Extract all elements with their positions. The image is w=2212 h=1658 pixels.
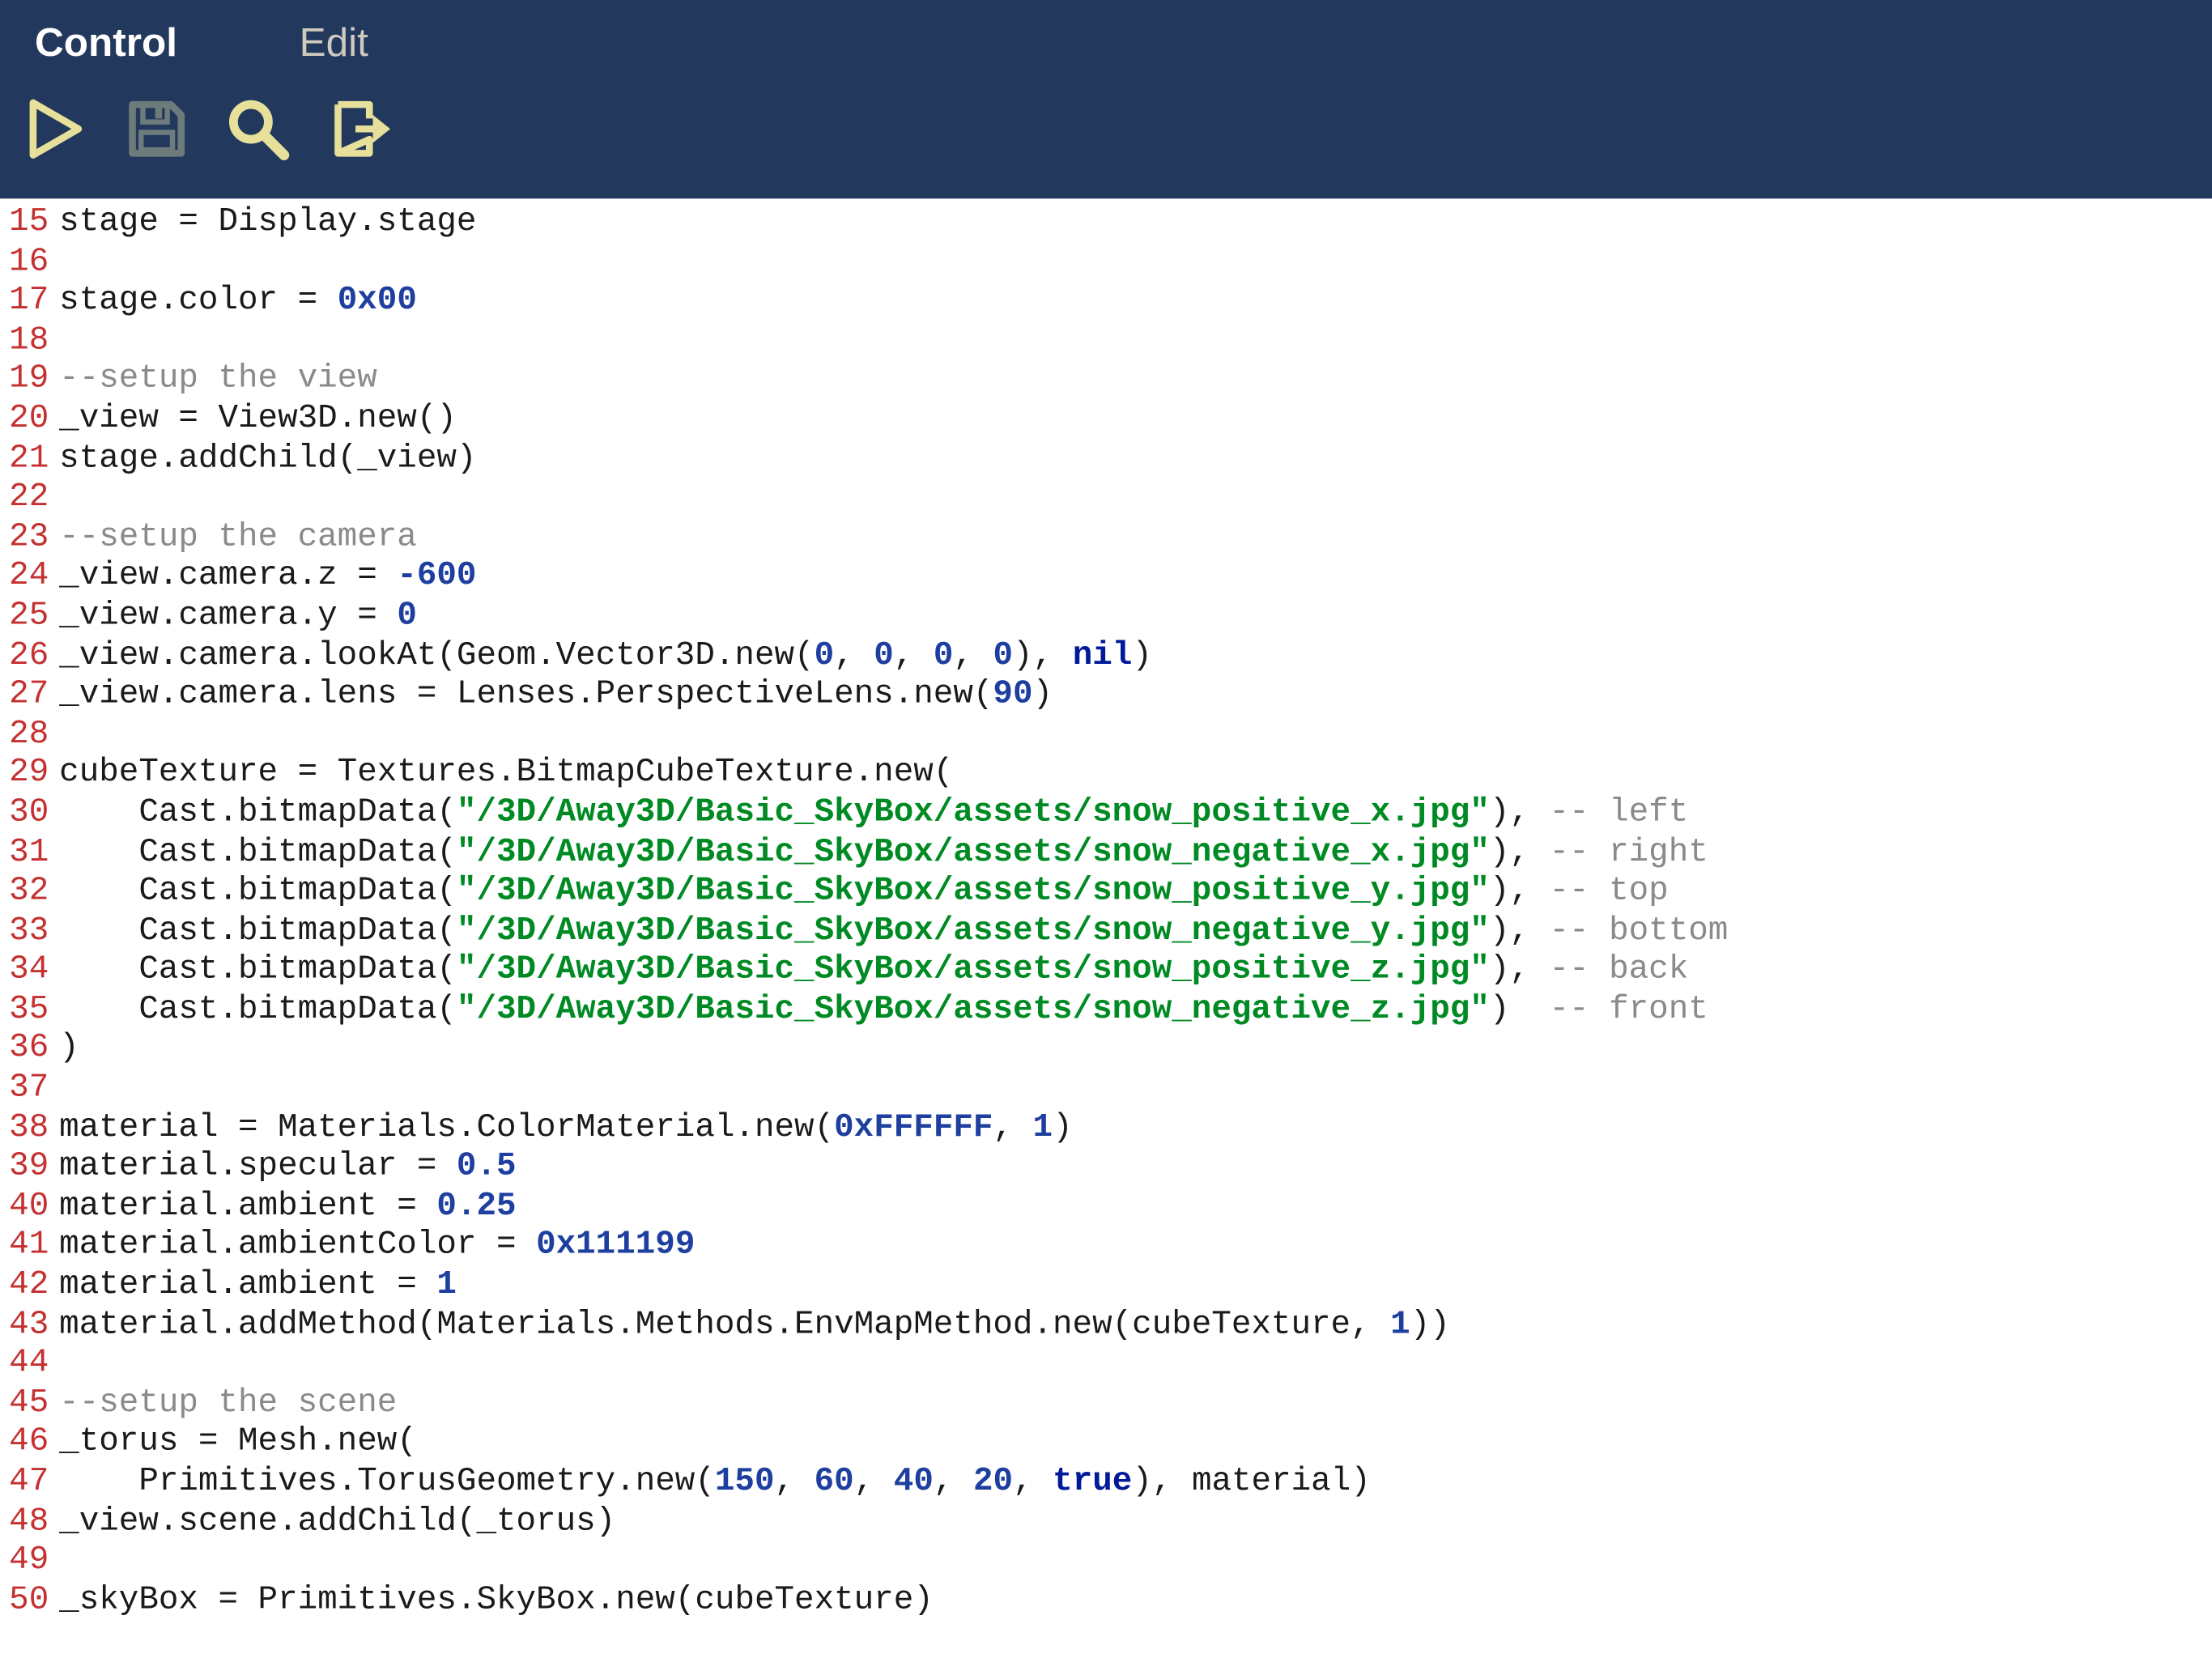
line-number: 35: [0, 989, 53, 1029]
line-number: 48: [0, 1501, 53, 1541]
line-number: 21: [0, 438, 53, 478]
line-number: 29: [0, 753, 53, 793]
save-icon: [125, 96, 188, 168]
line-number: 30: [0, 793, 53, 832]
line-number: 24: [0, 556, 53, 596]
line-number: 18: [0, 320, 53, 359]
exit-button[interactable]: [324, 98, 393, 168]
line-number: 49: [0, 1541, 53, 1580]
menu-edit[interactable]: Edit: [300, 19, 368, 66]
search-button[interactable]: [223, 98, 292, 168]
line-number: 15: [0, 202, 53, 242]
line-number: 25: [0, 596, 53, 636]
code-line[interactable]: Primitives.TorusGeometry.new(150, 60, 40…: [59, 1462, 2212, 1502]
code-line[interactable]: [59, 241, 2212, 281]
line-number: 50: [0, 1579, 53, 1619]
line-number: 26: [0, 635, 53, 674]
line-number: 44: [0, 1344, 53, 1384]
line-number: 46: [0, 1422, 53, 1462]
code-line[interactable]: _view.camera.lookAt(Geom.Vector3D.new(0,…: [59, 635, 2212, 674]
line-number: 23: [0, 517, 53, 557]
code-line[interactable]: material.ambient = 1: [59, 1265, 2212, 1304]
code-line[interactable]: Cast.bitmapData("/3D/Away3D/Basic_SkyBox…: [59, 911, 2212, 950]
code-line[interactable]: stage.addChild(_view): [59, 438, 2212, 478]
line-number: 34: [0, 950, 53, 989]
code-editor[interactable]: 1516171819202122232425262728293031323334…: [0, 198, 2212, 1658]
code-line[interactable]: stage.color = 0x00: [59, 281, 2212, 321]
code-line[interactable]: _view.camera.lens = Lenses.PerspectiveLe…: [59, 674, 2212, 714]
code-line[interactable]: Cast.bitmapData("/3D/Away3D/Basic_SkyBox…: [59, 793, 2212, 832]
line-number: 17: [0, 281, 53, 321]
code-line[interactable]: [59, 320, 2212, 359]
code-line[interactable]: --setup the camera: [59, 517, 2212, 557]
line-number: 20: [0, 399, 53, 439]
line-number: 42: [0, 1265, 53, 1304]
line-number: 41: [0, 1226, 53, 1265]
code-line[interactable]: ): [59, 1029, 2212, 1069]
play-icon: [26, 96, 85, 168]
line-number: 38: [0, 1107, 53, 1147]
exit-icon: [328, 96, 390, 168]
line-number: 19: [0, 359, 53, 399]
menu-bar: Control Edit: [0, 0, 2212, 83]
code-line[interactable]: material = Materials.ColorMaterial.new(0…: [59, 1107, 2212, 1147]
play-button[interactable]: [21, 98, 91, 168]
save-button[interactable]: [122, 98, 192, 168]
line-number: 36: [0, 1029, 53, 1069]
code-line[interactable]: _view.camera.y = 0: [59, 596, 2212, 636]
code-line[interactable]: _view = View3D.new(): [59, 399, 2212, 439]
code-line[interactable]: --setup the view: [59, 359, 2212, 399]
toolbar: [0, 83, 2212, 181]
line-number: 43: [0, 1304, 53, 1344]
line-number: 27: [0, 674, 53, 714]
code-line[interactable]: [59, 714, 2212, 754]
code-line[interactable]: stage = Display.stage: [59, 202, 2212, 242]
line-number: 37: [0, 1068, 53, 1107]
code-line[interactable]: Cast.bitmapData("/3D/Away3D/Basic_SkyBox…: [59, 989, 2212, 1029]
menu-control[interactable]: Control: [35, 19, 177, 66]
line-number: 47: [0, 1462, 53, 1502]
code-line[interactable]: material.ambient = 0.25: [59, 1186, 2212, 1226]
line-number: 32: [0, 871, 53, 911]
line-number: 39: [0, 1147, 53, 1187]
line-number: 31: [0, 832, 53, 872]
code-line[interactable]: Cast.bitmapData("/3D/Away3D/Basic_SkyBox…: [59, 950, 2212, 989]
code-line[interactable]: Cast.bitmapData("/3D/Away3D/Basic_SkyBox…: [59, 832, 2212, 872]
line-number: 45: [0, 1383, 53, 1422]
line-number: 33: [0, 911, 53, 950]
code-line[interactable]: _view.scene.addChild(_torus): [59, 1501, 2212, 1541]
code-line[interactable]: [59, 1068, 2212, 1107]
line-number: 28: [0, 714, 53, 754]
code-line[interactable]: _view.camera.z = -600: [59, 556, 2212, 596]
code-line[interactable]: _skyBox = Primitives.SkyBox.new(cubeText…: [59, 1579, 2212, 1619]
code-line[interactable]: --setup the scene: [59, 1383, 2212, 1422]
code-line[interactable]: _torus = Mesh.new(: [59, 1422, 2212, 1462]
line-number: 22: [0, 478, 53, 517]
code-line[interactable]: [59, 1344, 2212, 1384]
code-line[interactable]: [59, 478, 2212, 517]
line-number-gutter: 1516171819202122232425262728293031323334…: [0, 198, 53, 1658]
code-content[interactable]: stage = Display.stage stage.color = 0x00…: [53, 198, 2212, 1658]
code-line[interactable]: Cast.bitmapData("/3D/Away3D/Basic_SkyBox…: [59, 871, 2212, 911]
code-line[interactable]: material.ambientColor = 0x111199: [59, 1226, 2212, 1265]
line-number: 16: [0, 241, 53, 281]
code-line[interactable]: cubeTexture = Textures.BitmapCubeTexture…: [59, 753, 2212, 793]
code-line[interactable]: material.addMethod(Materials.Methods.Env…: [59, 1304, 2212, 1344]
code-line[interactable]: material.specular = 0.5: [59, 1147, 2212, 1187]
line-number: 40: [0, 1186, 53, 1226]
code-line[interactable]: [59, 1541, 2212, 1580]
search-icon: [225, 95, 291, 170]
